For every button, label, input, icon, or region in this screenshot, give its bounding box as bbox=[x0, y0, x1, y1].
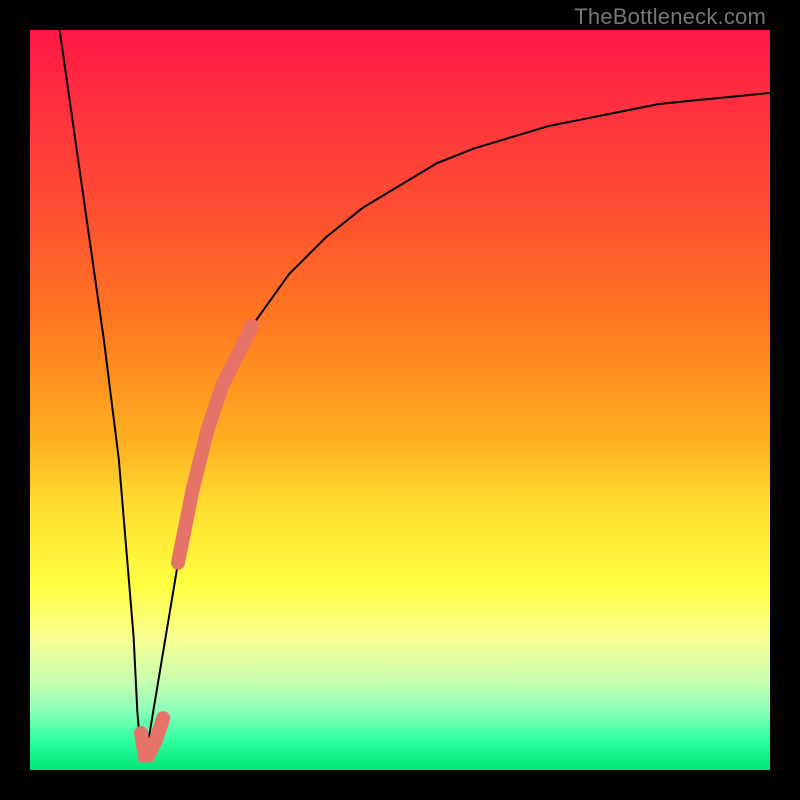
curve-layer bbox=[30, 30, 770, 770]
series-bottleneck-curve bbox=[60, 30, 770, 755]
watermark-text: TheBottleneck.com bbox=[574, 4, 766, 30]
chart-frame: TheBottleneck.com bbox=[0, 0, 800, 800]
plot-area bbox=[30, 30, 770, 770]
series-highlight-segment bbox=[178, 326, 252, 563]
